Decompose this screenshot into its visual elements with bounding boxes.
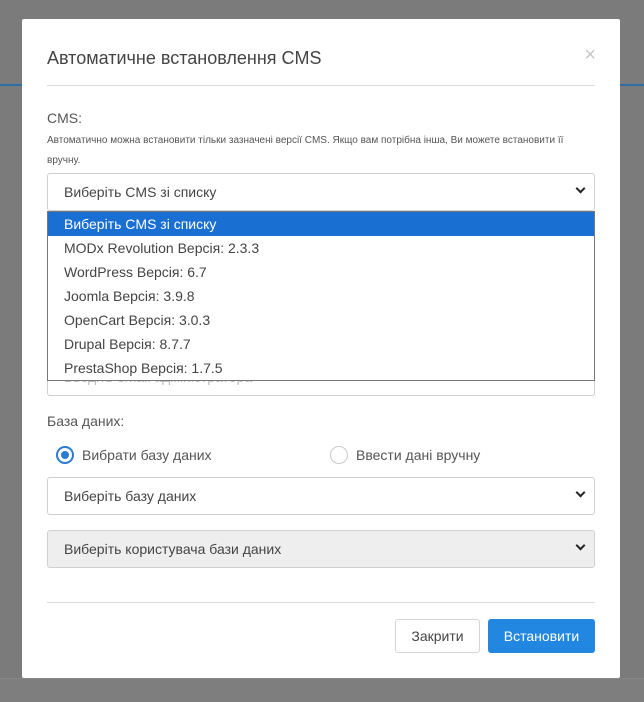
cms-select-value: Виберіть CMS зі списку (64, 184, 217, 200)
db-user-select-value: Виберіть користувача бази даних (64, 541, 282, 557)
cms-select[interactable]: Виберіть CMS зі списку (47, 173, 595, 211)
cms-option[interactable]: PrestaShop Версія: 1.7.5 (48, 356, 594, 380)
header-divider (47, 85, 595, 86)
backdrop-accent-right (620, 84, 644, 86)
cms-option[interactable]: MODx Revolution Версія: 2.3.3 (48, 236, 594, 260)
install-button[interactable]: Встановити (488, 619, 595, 653)
cms-option[interactable]: Drupal Версія: 8.7.7 (48, 332, 594, 356)
chevron-down-icon (575, 540, 586, 551)
cms-option[interactable]: WordPress Версія: 6.7 (48, 260, 594, 284)
database-label: База даних: (47, 413, 125, 429)
chevron-down-icon (575, 183, 586, 194)
radio-checked-icon[interactable] (56, 446, 74, 464)
cms-option[interactable]: Виберіть CMS зі списку (48, 212, 594, 236)
install-cms-modal: Автоматичне встановлення CMS × CMS: Авто… (22, 19, 620, 678)
backdrop-accent-left (0, 84, 22, 86)
cms-option[interactable]: Joomla Версія: 3.9.8 (48, 284, 594, 308)
database-select-value: Виберіть базу даних (64, 488, 197, 504)
chevron-down-icon (575, 487, 586, 498)
database-select[interactable]: Виберіть базу даних (47, 477, 595, 515)
close-icon[interactable]: × (584, 45, 596, 65)
radio-manual-db-label: Ввести дані вручну (356, 447, 481, 463)
db-user-select[interactable]: Виберіть користувача бази даних (47, 530, 595, 568)
radio-unchecked-icon[interactable] (330, 446, 348, 464)
radio-manual-db[interactable]: Ввести дані вручну (330, 446, 480, 464)
footer-divider (47, 602, 595, 603)
close-button[interactable]: Закрити (395, 619, 480, 653)
cms-label: CMS: (47, 110, 82, 126)
modal-title: Автоматичне встановлення CMS (47, 48, 322, 68)
radio-select-db[interactable]: Вибрати базу даних (56, 446, 212, 464)
backdrop-footer (0, 678, 644, 702)
cms-dropdown-list: Виберіть CMS зі списку MODx Revolution В… (47, 211, 595, 381)
cms-option[interactable]: OpenCart Версія: 3.0.3 (48, 308, 594, 332)
radio-select-db-label: Вибрати базу даних (82, 447, 212, 463)
cms-hint: Автоматично можна встановити тільки зазн… (47, 135, 564, 166)
